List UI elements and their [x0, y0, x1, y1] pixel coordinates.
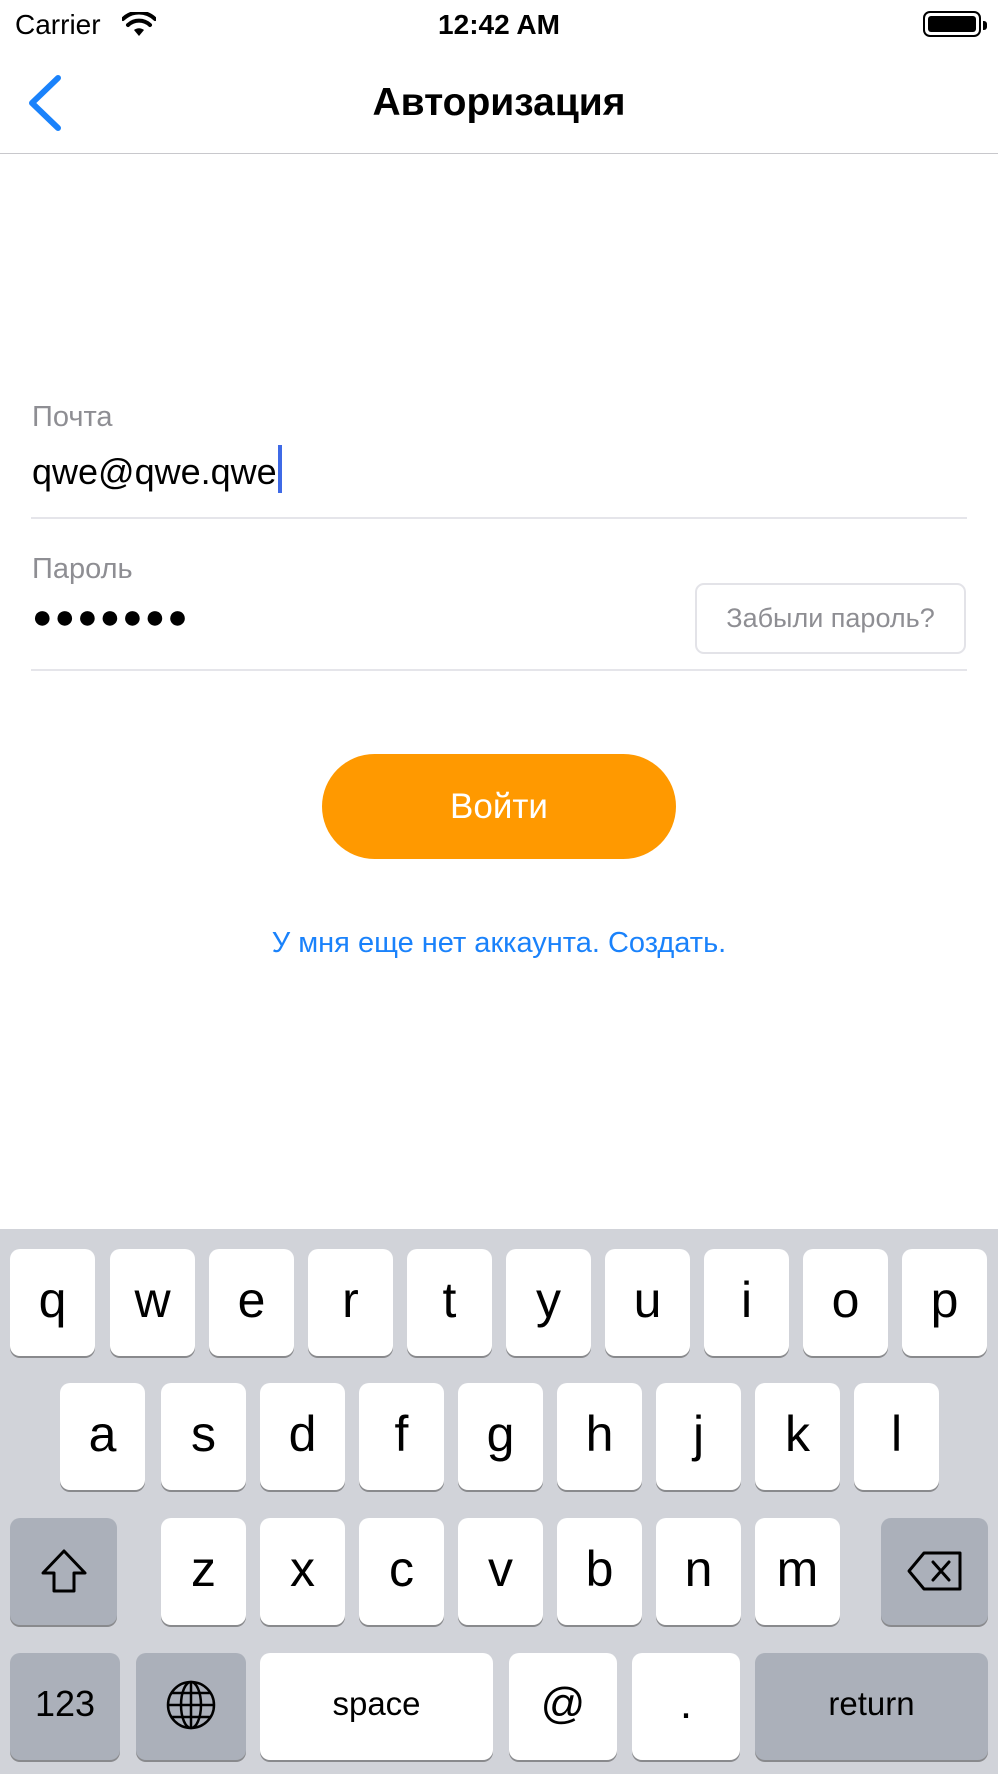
- key-j[interactable]: j: [656, 1383, 741, 1490]
- email-label: Почта: [32, 401, 113, 433]
- battery-icon: [923, 11, 987, 37]
- key-d[interactable]: d: [260, 1383, 345, 1490]
- password-divider: [31, 669, 967, 671]
- backspace-icon: [907, 1551, 961, 1591]
- at-key[interactable]: @: [509, 1653, 617, 1760]
- navigation-bar: Авторизация: [0, 52, 998, 154]
- password-value: ●●●●●●●: [32, 598, 190, 636]
- key-c[interactable]: c: [359, 1518, 444, 1625]
- shift-key[interactable]: [10, 1518, 117, 1625]
- text-caret: [277, 445, 282, 493]
- dot-key[interactable]: .: [632, 1653, 740, 1760]
- key-a[interactable]: a: [60, 1383, 145, 1490]
- key-p[interactable]: p: [902, 1249, 987, 1356]
- key-o[interactable]: o: [803, 1249, 888, 1356]
- password-field[interactable]: ●●●●●●●: [32, 596, 190, 638]
- forgot-password-button[interactable]: Забыли пароль?: [695, 583, 966, 654]
- return-key[interactable]: return: [755, 1653, 988, 1760]
- keyboard: q w e r t y u i o p a s d f g h j k l z …: [0, 1229, 998, 1774]
- key-f[interactable]: f: [359, 1383, 444, 1490]
- numbers-key[interactable]: 123: [10, 1653, 120, 1760]
- key-e[interactable]: e: [209, 1249, 294, 1356]
- status-bar: Carrier 12:42 AM: [0, 0, 998, 52]
- password-label: Пароль: [32, 553, 133, 585]
- login-button[interactable]: Войти: [322, 754, 676, 859]
- key-t[interactable]: t: [407, 1249, 492, 1356]
- key-x[interactable]: x: [260, 1518, 345, 1625]
- key-m[interactable]: m: [755, 1518, 840, 1625]
- key-y[interactable]: y: [506, 1249, 591, 1356]
- email-field[interactable]: qwe@qwe.qwe: [32, 445, 282, 493]
- globe-key[interactable]: [136, 1653, 246, 1760]
- key-k[interactable]: k: [755, 1383, 840, 1490]
- key-w[interactable]: w: [110, 1249, 195, 1356]
- key-n[interactable]: n: [656, 1518, 741, 1625]
- email-value: qwe@qwe.qwe: [32, 451, 277, 492]
- email-divider: [31, 517, 967, 519]
- key-i[interactable]: i: [704, 1249, 789, 1356]
- space-key[interactable]: space: [260, 1653, 493, 1760]
- key-h[interactable]: h: [557, 1383, 642, 1490]
- key-v[interactable]: v: [458, 1518, 543, 1625]
- status-clock: 12:42 AM: [438, 9, 560, 40]
- shift-icon: [41, 1549, 86, 1593]
- delete-key[interactable]: [881, 1518, 988, 1625]
- globe-icon: [166, 1680, 216, 1730]
- key-q[interactable]: q: [10, 1249, 95, 1356]
- key-z[interactable]: z: [161, 1518, 246, 1625]
- page-title: Авторизация: [372, 81, 626, 124]
- key-r[interactable]: r: [308, 1249, 393, 1356]
- key-g[interactable]: g: [458, 1383, 543, 1490]
- key-b[interactable]: b: [557, 1518, 642, 1625]
- key-s[interactable]: s: [161, 1383, 246, 1490]
- create-account-link[interactable]: У мня еще нет аккаунта. Создать.: [0, 925, 998, 961]
- key-u[interactable]: u: [605, 1249, 690, 1356]
- key-l[interactable]: l: [854, 1383, 939, 1490]
